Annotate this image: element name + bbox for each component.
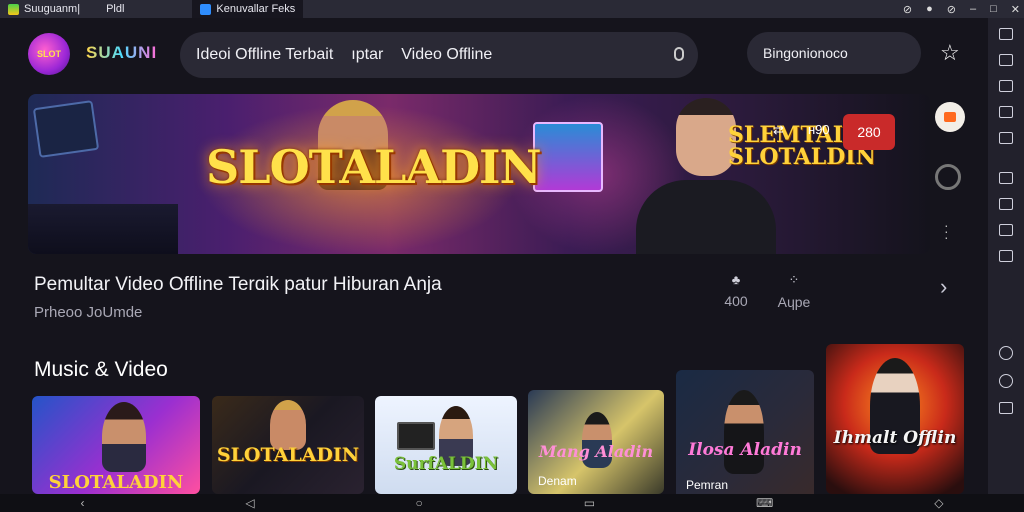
- banner-screen-left: [32, 100, 100, 158]
- system-navbar: ‹ ◁ ○ ▭ ⌨ ◇: [0, 494, 1024, 512]
- window-icon: [200, 3, 212, 15]
- app-header: SLOT SUAUNI Ideoi Offline Terbait ıptar …: [0, 30, 988, 78]
- favorites-star-icon[interactable]: ☆: [940, 40, 960, 66]
- card-item[interactable]: SLOTALADIN: [212, 396, 364, 494]
- views-icon: ♣: [731, 272, 741, 287]
- card-person: [102, 402, 146, 472]
- maximize-icon[interactable]: □: [990, 3, 997, 15]
- stat-views[interactable]: ♣ 400: [716, 272, 756, 309]
- search-chip-3[interactable]: Video Offline: [401, 46, 492, 64]
- banner-crowd: [28, 204, 178, 254]
- resize-icon[interactable]: [999, 80, 1013, 92]
- stat-views-value: 400: [724, 293, 748, 309]
- banner-side-rail: · · ·: [930, 94, 966, 254]
- app-screen: SLOT SUAUNI Ideoi Offline Terbait ıptar …: [0, 18, 988, 504]
- card-item[interactable]: SurfALDIN: [375, 396, 517, 494]
- search-chip-2[interactable]: ıptar: [351, 46, 383, 64]
- mic-icon[interactable]: [674, 47, 684, 61]
- search-chip-1[interactable]: Ideoi Offline Terbait: [196, 46, 333, 64]
- window-controls: ⊘ ● ⊘ – □ ✕: [903, 0, 1020, 18]
- shuffle-icon[interactable]: ⇄: [773, 122, 784, 138]
- card-label: Ihmalt Offlin: [833, 428, 957, 448]
- circle-home-icon[interactable]: ○: [416, 496, 423, 510]
- minimize-icon[interactable]: –: [970, 3, 976, 15]
- close-icon[interactable]: ✕: [1011, 3, 1020, 16]
- record-icon[interactable]: [935, 164, 961, 190]
- tab-second-label: Pldl: [106, 3, 125, 15]
- card-laptop: [397, 422, 435, 450]
- app-icon: [8, 3, 19, 15]
- card-item[interactable]: Ilosa Aladin Pemran: [676, 370, 814, 504]
- stat-share-value: Aɥpe: [777, 294, 811, 310]
- video-meta: Prheoo JoUmde: [34, 304, 143, 321]
- card-person: [724, 390, 764, 474]
- home-icon[interactable]: ◁: [245, 496, 254, 510]
- share-icon: ⁘: [788, 272, 800, 287]
- card-label: SurfALDIN: [393, 454, 499, 474]
- macro-icon[interactable]: [999, 224, 1013, 236]
- card-item[interactable]: Ihmalt Offlin: [826, 344, 964, 494]
- video-title[interactable]: Pemultar Video Offline Terɑik patur Hibu…: [34, 274, 442, 296]
- card-label: Mang Aladin: [538, 442, 654, 461]
- settings-icon[interactable]: ⊘: [947, 3, 956, 16]
- multi-instance-icon[interactable]: [999, 250, 1013, 262]
- screenshot-icon[interactable]: [999, 54, 1013, 66]
- window-titlebar: Suuguanm| Pldl Kenuvallar Feks ⊘ ● ⊘ – □…: [0, 0, 1024, 18]
- brand-name: SUAUNI: [86, 43, 158, 62]
- youtube-icon[interactable]: [935, 102, 965, 132]
- card-caption: Pemran: [686, 478, 729, 492]
- banner-counter: ʜ90: [808, 122, 830, 137]
- back-icon[interactable]: ‹: [80, 496, 84, 510]
- card-item[interactable]: Mang Aladin Denam: [528, 390, 664, 494]
- card-label: Ilosa Aladin: [688, 440, 802, 460]
- card-person: [270, 400, 306, 450]
- card-caption: Denam: [538, 474, 577, 488]
- card-label: SLOTALADIN: [216, 444, 360, 466]
- chevron-right-icon[interactable]: ›: [940, 274, 947, 300]
- search-bar[interactable]: Ideoi Offline Terbait ıptar Video Offlin…: [180, 32, 698, 78]
- card-label: SLOTALADIN: [48, 472, 184, 493]
- volume-icon[interactable]: [999, 132, 1013, 144]
- tab-second[interactable]: Pldl: [98, 0, 132, 18]
- emulator-sidebar: [988, 18, 1024, 512]
- tab-active[interactable]: Kenuvallar Feks: [192, 0, 304, 18]
- logo-text: SLOT: [37, 49, 61, 59]
- layers-icon[interactable]: [999, 28, 1013, 40]
- tab-active-label: Kenuvallar Feks: [216, 3, 296, 15]
- back-arrow-icon[interactable]: [999, 402, 1013, 414]
- tab-app-label: Suuguanm|: [24, 3, 81, 15]
- notification-icon[interactable]: ⊘: [903, 3, 912, 16]
- install-icon[interactable]: [999, 198, 1013, 210]
- account-icon[interactable]: ●: [926, 3, 933, 15]
- recents-icon[interactable]: ▭: [584, 496, 595, 510]
- banner-badge[interactable]: 280: [843, 114, 895, 150]
- card-item[interactable]: SLOTALADIN: [32, 396, 200, 494]
- stat-share[interactable]: ⁘ Aɥpe: [774, 272, 814, 310]
- rotate-screen-icon[interactable]: ◇: [934, 496, 943, 510]
- rotate-icon[interactable]: [999, 346, 1013, 360]
- location-icon[interactable]: [999, 374, 1013, 388]
- keyboard-icon[interactable]: ⌨: [756, 496, 773, 510]
- app-logo[interactable]: SLOT: [28, 33, 70, 75]
- language-selector[interactable]: Bingonionoco: [747, 32, 921, 74]
- banner-title: SLOTALADIN: [206, 140, 542, 194]
- banner-slot-screen: [533, 122, 603, 192]
- folder-icon[interactable]: [999, 172, 1013, 184]
- more-vert-icon[interactable]: · · ·: [944, 218, 949, 244]
- media-icon[interactable]: [999, 106, 1013, 118]
- hero-banner[interactable]: SLOTALADIN SLEMTAI ▶ SLOTALDIN: [28, 94, 930, 254]
- section-title: Music & Video: [34, 358, 168, 381]
- tab-app[interactable]: Suuguanm|: [0, 0, 88, 18]
- banner-man: [636, 94, 776, 254]
